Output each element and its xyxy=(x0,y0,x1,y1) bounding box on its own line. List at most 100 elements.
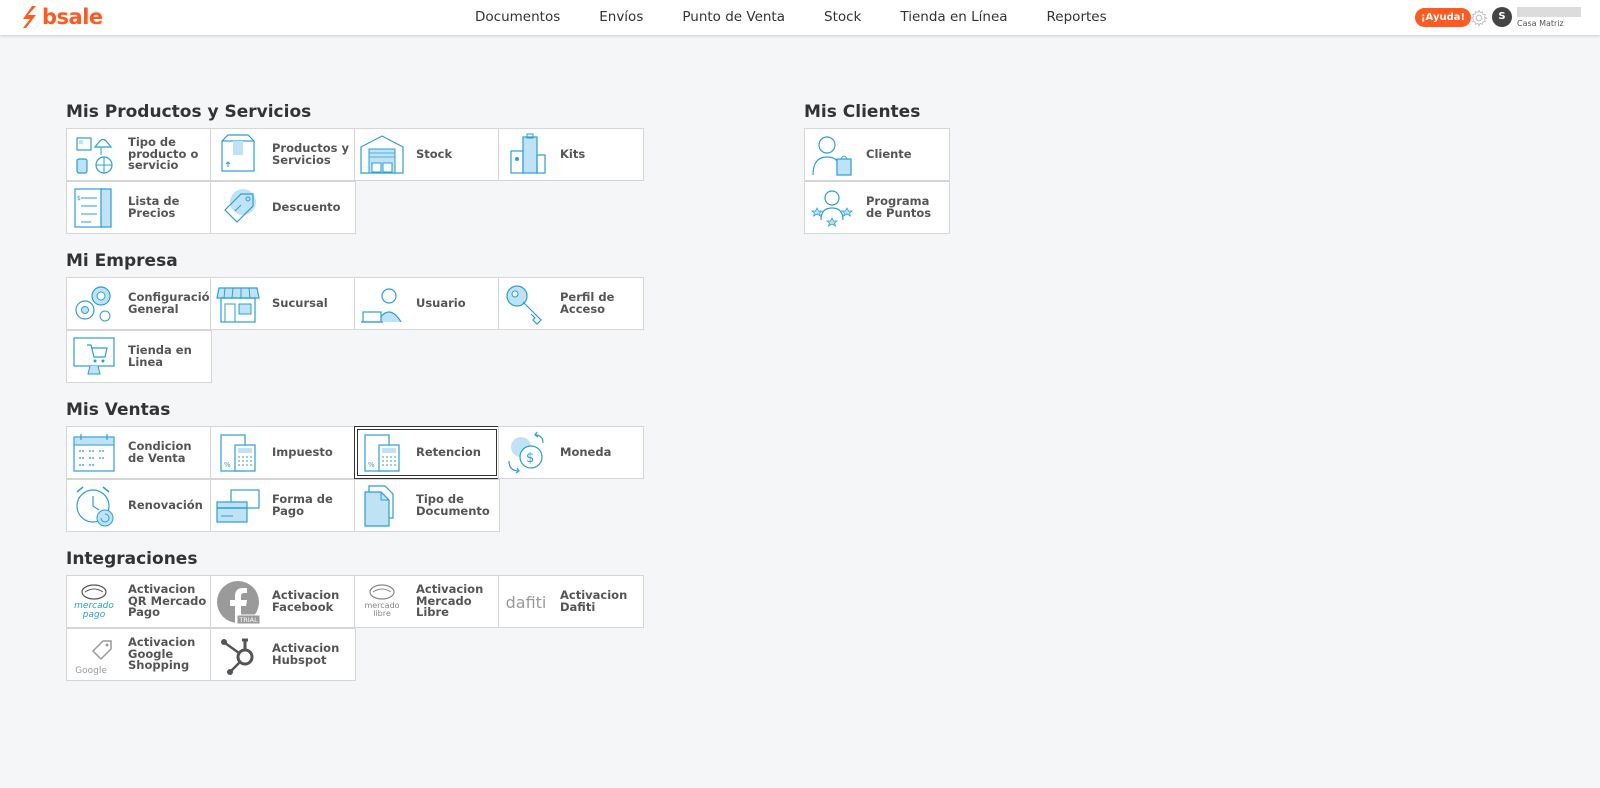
tile-label: Activacion QR Mercado Pago xyxy=(128,582,207,620)
alarm-clock-icon xyxy=(76,486,114,527)
nav-tienda-en-linea[interactable]: Tienda en Línea xyxy=(900,0,1007,35)
svg-text:$: $ xyxy=(77,195,81,202)
currency-exchange-icon: $ xyxy=(508,431,544,474)
mercado-libre-logo-icon: mercado libre xyxy=(364,584,400,618)
tile-label: Tipo de producto o servicio xyxy=(128,135,199,173)
tile-label: Activacion Dafiti xyxy=(560,588,628,614)
google-logo-text: Google xyxy=(75,666,107,676)
tile-moneda[interactable]: $ Moneda xyxy=(498,426,644,479)
section-title-integraciones: Integraciones xyxy=(66,549,198,569)
mercado-pago-logo-icon: mercado pago xyxy=(74,584,114,620)
hubspot-icon xyxy=(221,638,254,675)
bsale-logo-icon xyxy=(23,6,36,28)
tile-label: Activacion Google Shopping xyxy=(128,635,196,673)
section-title-empresa: Mi Empresa xyxy=(66,251,178,271)
tile-label: Descuento xyxy=(272,199,341,214)
gear-icon[interactable] xyxy=(1470,9,1488,27)
brand-name: bsale xyxy=(42,5,103,29)
calendar-icon xyxy=(73,434,115,472)
tile-google-shopping[interactable]: Google Activacion Google Shopping xyxy=(66,628,212,681)
facebook-trial-icon: TRIAL xyxy=(217,581,261,624)
dafiti-logo-icon: dafiti xyxy=(506,593,547,612)
nav-punto-de-venta[interactable]: Punto de Venta xyxy=(682,0,785,35)
nav-reportes[interactable]: Reportes xyxy=(1047,0,1107,35)
tile-forma-pago[interactable]: Forma de Pago xyxy=(210,479,356,532)
tile-descuento[interactable]: Descuento xyxy=(210,181,356,234)
store-icon xyxy=(216,287,260,323)
tile-stock[interactable]: Stock xyxy=(354,128,500,181)
svg-text:%: % xyxy=(368,461,375,469)
tile-perfil-acceso[interactable]: Perfil de Acceso xyxy=(498,277,644,330)
tile-label: Programa de Puntos xyxy=(866,194,932,220)
tile-tipo-producto[interactable]: Tipo de producto o servicio xyxy=(66,128,212,181)
box-icon xyxy=(221,134,255,172)
section-title-ventas: Mis Ventas xyxy=(66,400,171,420)
mercado-pago-logo-line2: pago xyxy=(82,610,106,620)
tile-label: Tipo de Documento xyxy=(416,492,490,518)
tile-label: Impuesto xyxy=(272,444,333,459)
tile-label: Activacion Facebook xyxy=(272,588,340,614)
client-shopping-icon xyxy=(812,136,852,176)
top-navbar: bsale Documentos Envíos Punto de Venta S… xyxy=(0,0,1600,35)
branch-label: Casa Matriz xyxy=(1517,19,1564,28)
main-nav: Documentos Envíos Punto de Venta Stock T… xyxy=(475,0,1146,35)
tile-programa-puntos[interactable]: Programa de Puntos xyxy=(804,181,950,234)
loyalty-points-icon xyxy=(810,190,854,227)
tile-sucursal[interactable]: Sucursal xyxy=(210,277,356,330)
tile-mercado-libre[interactable]: mercado libre Activacion Mercado Libre xyxy=(354,575,500,628)
mercado-libre-logo-line2: libre xyxy=(373,609,391,618)
tile-tipo-documento[interactable]: Tipo de Documento xyxy=(354,479,500,532)
tax-calculator-icon: % xyxy=(220,434,256,472)
help-button[interactable]: ¡Ayuda! xyxy=(1415,8,1472,27)
tile-impuesto[interactable]: % Impuesto xyxy=(210,426,356,479)
tile-hubspot[interactable]: Activacion Hubspot xyxy=(210,628,356,681)
warehouse-icon xyxy=(360,135,404,174)
tile-tienda-linea[interactable]: Tienda en Linea xyxy=(66,330,212,383)
gears-icon xyxy=(75,286,111,322)
tile-label: Sucursal xyxy=(272,295,328,310)
dafiti-logo-text: dafiti xyxy=(506,593,547,612)
tile-productos-servicios[interactable]: Productos y Servicios xyxy=(210,128,356,181)
discount-tag-icon xyxy=(224,189,256,223)
tile-lista-precios[interactable]: $ Lista de Precios xyxy=(66,181,212,234)
tile-label: Activacion Mercado Libre xyxy=(416,582,484,620)
section-title-productos: Mis Productos y Servicios xyxy=(66,102,312,122)
tile-label: Kits xyxy=(560,146,586,161)
key-icon xyxy=(506,285,542,325)
credit-cards-icon xyxy=(216,489,260,523)
tile-kits[interactable]: Kits xyxy=(498,128,644,181)
retention-calculator-icon: % xyxy=(364,434,400,472)
tile-label: Perfil de Acceso xyxy=(560,290,615,316)
tile-label: Activacion Hubspot xyxy=(272,641,340,667)
nav-stock[interactable]: Stock xyxy=(824,0,861,35)
avatar[interactable]: S xyxy=(1492,7,1512,27)
tile-label: Condicion de Venta xyxy=(128,439,192,465)
google-shopping-icon: Google xyxy=(75,640,112,676)
document-icon xyxy=(364,485,394,527)
tile-label: Forma de Pago xyxy=(272,492,333,518)
kits-icon xyxy=(510,133,546,174)
online-store-icon xyxy=(73,337,115,375)
nav-envios[interactable]: Envíos xyxy=(599,0,643,35)
tile-retencion[interactable]: % Retencion xyxy=(354,426,500,479)
tile-facebook[interactable]: TRIAL Activacion Facebook xyxy=(210,575,356,628)
nav-documentos[interactable]: Documentos xyxy=(475,0,560,35)
tile-label: Usuario xyxy=(416,295,466,310)
tile-label: Configuración General xyxy=(128,290,218,316)
tile-cliente[interactable]: Cliente xyxy=(804,128,950,181)
bsale-logo[interactable]: bsale xyxy=(22,5,103,29)
tile-label: Productos y Servicios xyxy=(272,141,349,167)
tile-label: Lista de Precios xyxy=(128,194,180,220)
tile-label: Retencion xyxy=(416,444,481,459)
tile-usuario[interactable]: Usuario xyxy=(354,277,500,330)
product-types-icon xyxy=(76,137,113,174)
trial-badge: TRIAL xyxy=(238,616,258,624)
tile-dafiti[interactable]: dafiti Activacion Dafiti xyxy=(498,575,644,628)
tile-label: Renovación xyxy=(128,497,203,512)
price-list-icon: $ xyxy=(74,188,112,228)
tile-configuracion-general[interactable]: Configuración General xyxy=(66,277,218,330)
tile-condicion-venta[interactable]: Condicion de Venta xyxy=(66,426,212,479)
user-name-redacted xyxy=(1517,7,1581,17)
tile-renovacion[interactable]: Renovación xyxy=(66,479,212,532)
tile-mercado-pago[interactable]: mercado pago Activacion QR Mercado Pago xyxy=(66,575,212,628)
